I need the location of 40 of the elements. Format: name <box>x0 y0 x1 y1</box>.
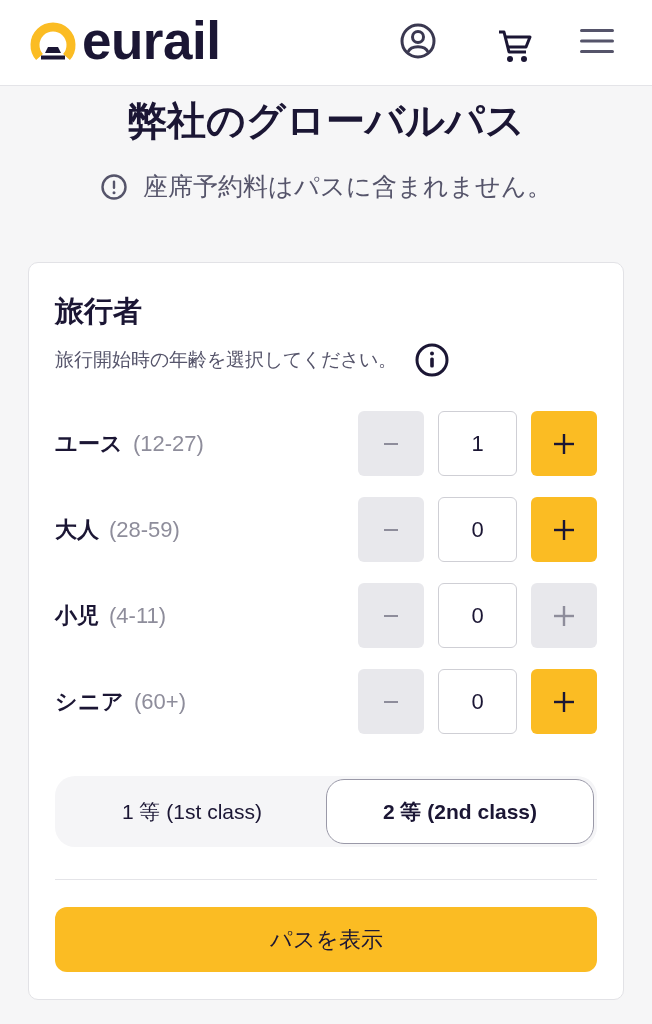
minus-icon <box>384 614 398 617</box>
info-icon <box>415 343 449 377</box>
plus-icon <box>554 691 574 712</box>
quantity-field[interactable]: 0 <box>438 669 517 734</box>
cart-icon <box>498 28 532 63</box>
page-title: 弊社のグローバルパス <box>126 98 526 144</box>
plus-icon <box>554 433 574 454</box>
menu-icon <box>580 28 614 53</box>
alert-icon <box>100 174 127 200</box>
section-heading: 旅行者 <box>55 294 143 329</box>
user-circle-icon <box>400 22 436 59</box>
info-button[interactable] <box>415 343 449 377</box>
home-logo-link[interactable]: eurail <box>30 15 221 66</box>
minus-icon <box>384 442 398 445</box>
quantity-field[interactable]: 1 <box>438 411 517 476</box>
quantity-field[interactable]: 0 <box>438 583 517 648</box>
age-range-text: (12-27) <box>133 430 204 457</box>
minus-icon <box>384 528 398 531</box>
menu-button[interactable] <box>580 28 614 53</box>
increase-button[interactable] <box>531 669 597 734</box>
plus-icon <box>554 519 574 540</box>
class-tab[interactable]: 1 等 (1st class) <box>58 779 326 844</box>
class-tab[interactable]: 2 等 (2nd class) <box>326 779 594 844</box>
increase-button[interactable] <box>531 411 597 476</box>
minus-icon <box>384 700 398 703</box>
quantity-field[interactable]: 0 <box>438 497 517 562</box>
increase-button[interactable] <box>531 497 597 562</box>
traveler-type-label: 小児 <box>55 601 99 630</box>
hint-text: 旅行開始時の年齢を選択してください。 <box>55 348 397 372</box>
age-range-text: (28-59) <box>109 516 180 543</box>
traveler-type-label: シニア <box>55 687 124 716</box>
account-button[interactable] <box>400 22 436 59</box>
age-range-text: (4-11) <box>109 602 167 629</box>
show-passes-button[interactable]: パスを表示 <box>55 907 597 972</box>
traveler-type-label: 大人 <box>55 515 99 544</box>
plus-icon <box>554 605 574 626</box>
cart-button[interactable] <box>498 28 532 63</box>
traveler-type-label: ユース <box>55 429 123 458</box>
age-range-text: (60+) <box>134 688 186 715</box>
notice-text: 座席予約料はパスに含まれません。 <box>142 172 552 202</box>
